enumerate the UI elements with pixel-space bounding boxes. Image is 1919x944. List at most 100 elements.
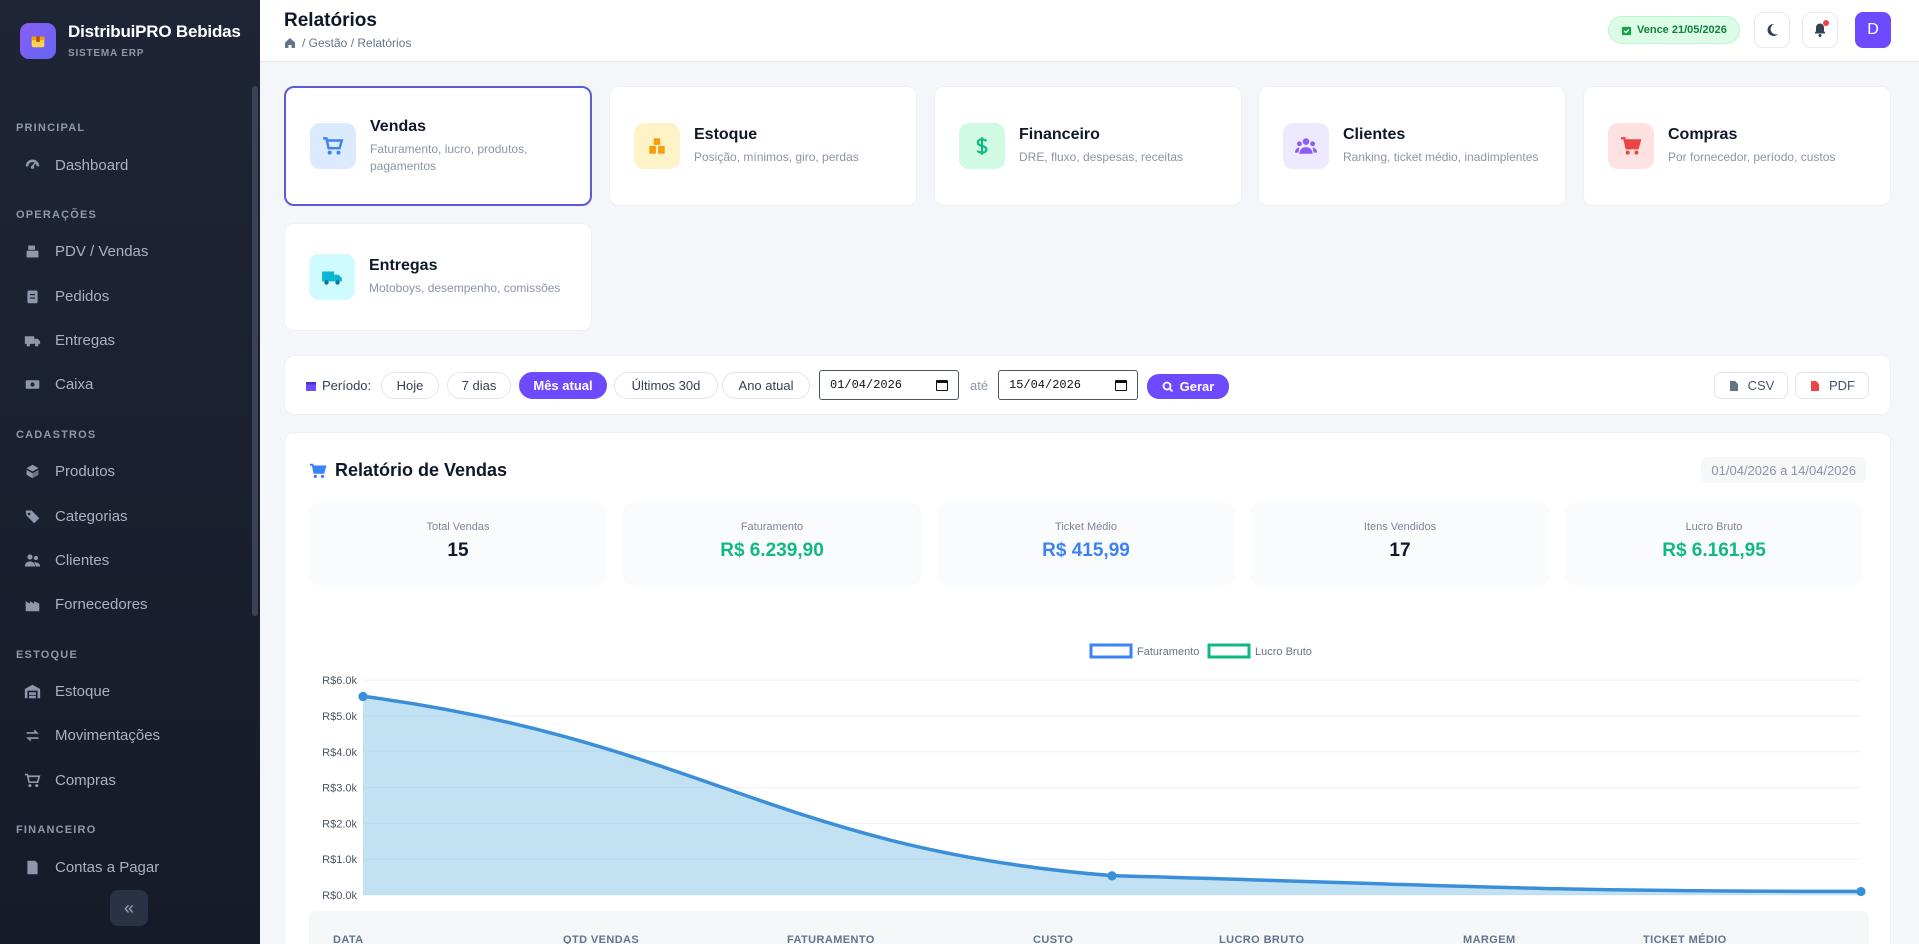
sidebar-item-contas-a-pagar[interactable]: Contas a Pagar xyxy=(24,852,159,882)
date-from-input[interactable]: 01/04/2026 xyxy=(819,370,959,400)
brand[interactable]: DistribuiPRO Bebidas SISTEMA ERP xyxy=(20,22,241,59)
tags-icon xyxy=(25,510,40,523)
report-card-title: Compras xyxy=(1668,126,1738,143)
sidebar-item-fornecedores[interactable]: Fornecedores xyxy=(24,589,148,619)
sidebar-item-clientes[interactable]: Clientes xyxy=(24,545,109,575)
cart-icon xyxy=(24,773,41,787)
pdf-label: PDF xyxy=(1829,378,1855,393)
date-to-value: 15/04/2026 xyxy=(1009,378,1082,392)
sidebar-item-label: Movimentações xyxy=(55,726,161,744)
report-card-vendas[interactable]: Vendas Faturamento, lucro, produtos, pag… xyxy=(284,86,592,206)
invoice-icon xyxy=(27,860,38,874)
cart-icon xyxy=(310,123,356,169)
sidebar-item-entregas[interactable]: Entregas xyxy=(24,325,115,355)
cart-icon xyxy=(1608,123,1654,169)
legend-swatch xyxy=(1089,643,1133,659)
sidebar-item-compras[interactable]: Compras xyxy=(24,765,116,795)
report-title-text: Relatório de Vendas xyxy=(335,460,508,480)
avatar[interactable]: D xyxy=(1855,12,1891,48)
expiry-text: Vence 21/05/2026 xyxy=(1637,24,1727,36)
exchange-icon xyxy=(26,729,39,741)
cash-register-icon xyxy=(26,245,39,257)
kpi-value: R$ 6.161,95 xyxy=(1662,540,1766,561)
report-card-compras[interactable]: Compras Por fornecedor, período, custos xyxy=(1583,86,1891,206)
report-card-clientes[interactable]: Clientes Ranking, ticket médio, inadimpl… xyxy=(1258,86,1566,206)
preset-7-dias[interactable]: 7 dias xyxy=(447,372,511,399)
faturamento-point xyxy=(1107,871,1117,881)
date-to-input[interactable]: 15/04/2026 xyxy=(998,370,1138,400)
legend-swatch xyxy=(1207,643,1251,659)
report-card-estoque[interactable]: Estoque Posição, mínimos, giro, perdas xyxy=(609,86,917,206)
csv-label: CSV xyxy=(1747,378,1775,393)
preset-ultimos-30d[interactable]: Últimos 30d xyxy=(614,372,718,399)
column-header-data[interactable]: DATA xyxy=(333,934,364,944)
report-card-desc: Faturamento, lucro, produtos, pagamentos xyxy=(370,141,528,173)
export-csv-button[interactable]: CSV xyxy=(1714,372,1788,399)
kpi-label: Lucro Bruto xyxy=(1685,521,1743,533)
sidebar-scrollbar[interactable] xyxy=(252,86,258,616)
money-icon xyxy=(25,379,40,389)
sidebar-item-produtos[interactable]: Produtos xyxy=(24,456,115,486)
report-card-title: Estoque xyxy=(694,126,758,143)
calendar-icon[interactable] xyxy=(1115,380,1127,391)
generate-label: Gerar xyxy=(1179,379,1215,394)
users-icon xyxy=(24,554,41,566)
breadcrumb-path[interactable]: / Gestão / Relatórios xyxy=(302,36,411,50)
sidebar-item-label: Clientes xyxy=(55,551,110,569)
sidebar-item-dashboard[interactable]: Dashboard xyxy=(24,150,128,180)
dollar-icon xyxy=(959,123,1005,169)
sidebar-item-caixa[interactable]: Caixa xyxy=(24,369,93,399)
kpi-label: Itens Vendidos xyxy=(1363,521,1437,533)
preset-hoje[interactable]: Hoje xyxy=(381,372,439,399)
report-card-desc: Ranking, ticket médio, inadimplentes xyxy=(1343,150,1539,164)
faturamento-point xyxy=(358,691,368,701)
sidebar-item-label: Produtos xyxy=(55,462,116,480)
period-filter-bar: Período: Hoje 7 dias Mês atual Últimos 3… xyxy=(284,355,1891,415)
sidebar-item-categorias[interactable]: Categorias xyxy=(24,501,128,531)
sidebar-item-label: Entregas xyxy=(55,331,116,349)
column-header-lucro-bruto[interactable]: LUCRO BRUTO xyxy=(1219,934,1304,944)
kpi-value: 15 xyxy=(447,540,469,561)
report-card-desc: Por fornecedor, período, custos xyxy=(1668,150,1836,164)
column-header-faturamento[interactable]: FATURAMENTO xyxy=(787,934,875,944)
column-header-margem[interactable]: MARGEM xyxy=(1463,934,1516,944)
period-label: Período: xyxy=(305,378,371,393)
generate-button[interactable]: Gerar xyxy=(1147,374,1229,399)
preset-ano-atual[interactable]: Ano atual xyxy=(722,372,810,399)
column-header-custo[interactable]: CUSTO xyxy=(1033,934,1073,944)
top-header: Relatórios / Gestão / Relatórios Vence 2… xyxy=(260,0,1919,62)
preset-mes-atual[interactable]: Mês atual xyxy=(519,372,607,399)
theme-toggle-button[interactable] xyxy=(1754,12,1790,48)
sidebar-item-label: PDV / Vendas xyxy=(55,242,149,260)
column-header-ticket-medio[interactable]: TICKET MÉDIO xyxy=(1643,934,1727,944)
sidebar-item-movimentacoes[interactable]: Movimentações xyxy=(24,720,160,750)
y-tick-label: R$2.0k xyxy=(322,818,357,830)
notifications-button[interactable] xyxy=(1802,12,1838,48)
export-pdf-button[interactable]: PDF xyxy=(1795,372,1869,399)
calendar-icon[interactable] xyxy=(936,380,948,391)
brand-name: DistribuiPRO Bebidas xyxy=(68,22,241,41)
sidebar-item-estoque[interactable]: Estoque xyxy=(24,676,110,706)
report-card-desc: Motoboys, desempenho, comissões xyxy=(369,281,561,295)
column-header-qtd-vendas[interactable]: QTD VENDAS xyxy=(563,934,639,944)
report-card-entregas[interactable]: Entregas Motoboys, desempenho, comissões xyxy=(284,223,592,331)
sidebar: DistribuiPRO Bebidas SISTEMA ERP PRINCIP… xyxy=(0,0,260,944)
clipboard-icon xyxy=(27,290,38,303)
home-icon[interactable] xyxy=(284,37,296,49)
report-card-desc: DRE, fluxo, despesas, receitas xyxy=(1019,150,1184,164)
users-icon xyxy=(1283,123,1329,169)
sidebar-item-pdv-vendas[interactable]: PDV / Vendas xyxy=(24,236,148,266)
industry-icon xyxy=(25,600,40,611)
kpi-itens-vendidos: Itens Vendidos 17 xyxy=(1251,503,1549,585)
breadcrumb: / Gestão / Relatórios xyxy=(284,36,411,50)
collapse-sidebar-button[interactable]: « xyxy=(110,890,148,926)
gauge-icon xyxy=(25,159,40,169)
kpi-lucro-bruto: Lucro Bruto R$ 6.161,95 xyxy=(1565,503,1863,585)
report-card-financeiro[interactable]: Financeiro DRE, fluxo, despesas, receita… xyxy=(934,86,1242,206)
expiry-badge: Vence 21/05/2026 xyxy=(1608,16,1740,44)
sidebar-section-operacoes: OPERAÇÕES xyxy=(16,209,98,221)
sales-report-panel: Relatório de Vendas 01/04/2026 a 14/04/2… xyxy=(284,432,1891,944)
y-tick-label: R$4.0k xyxy=(322,747,357,759)
sidebar-section-principal: PRINCIPAL xyxy=(16,122,86,134)
sidebar-item-pedidos[interactable]: Pedidos xyxy=(24,281,109,311)
